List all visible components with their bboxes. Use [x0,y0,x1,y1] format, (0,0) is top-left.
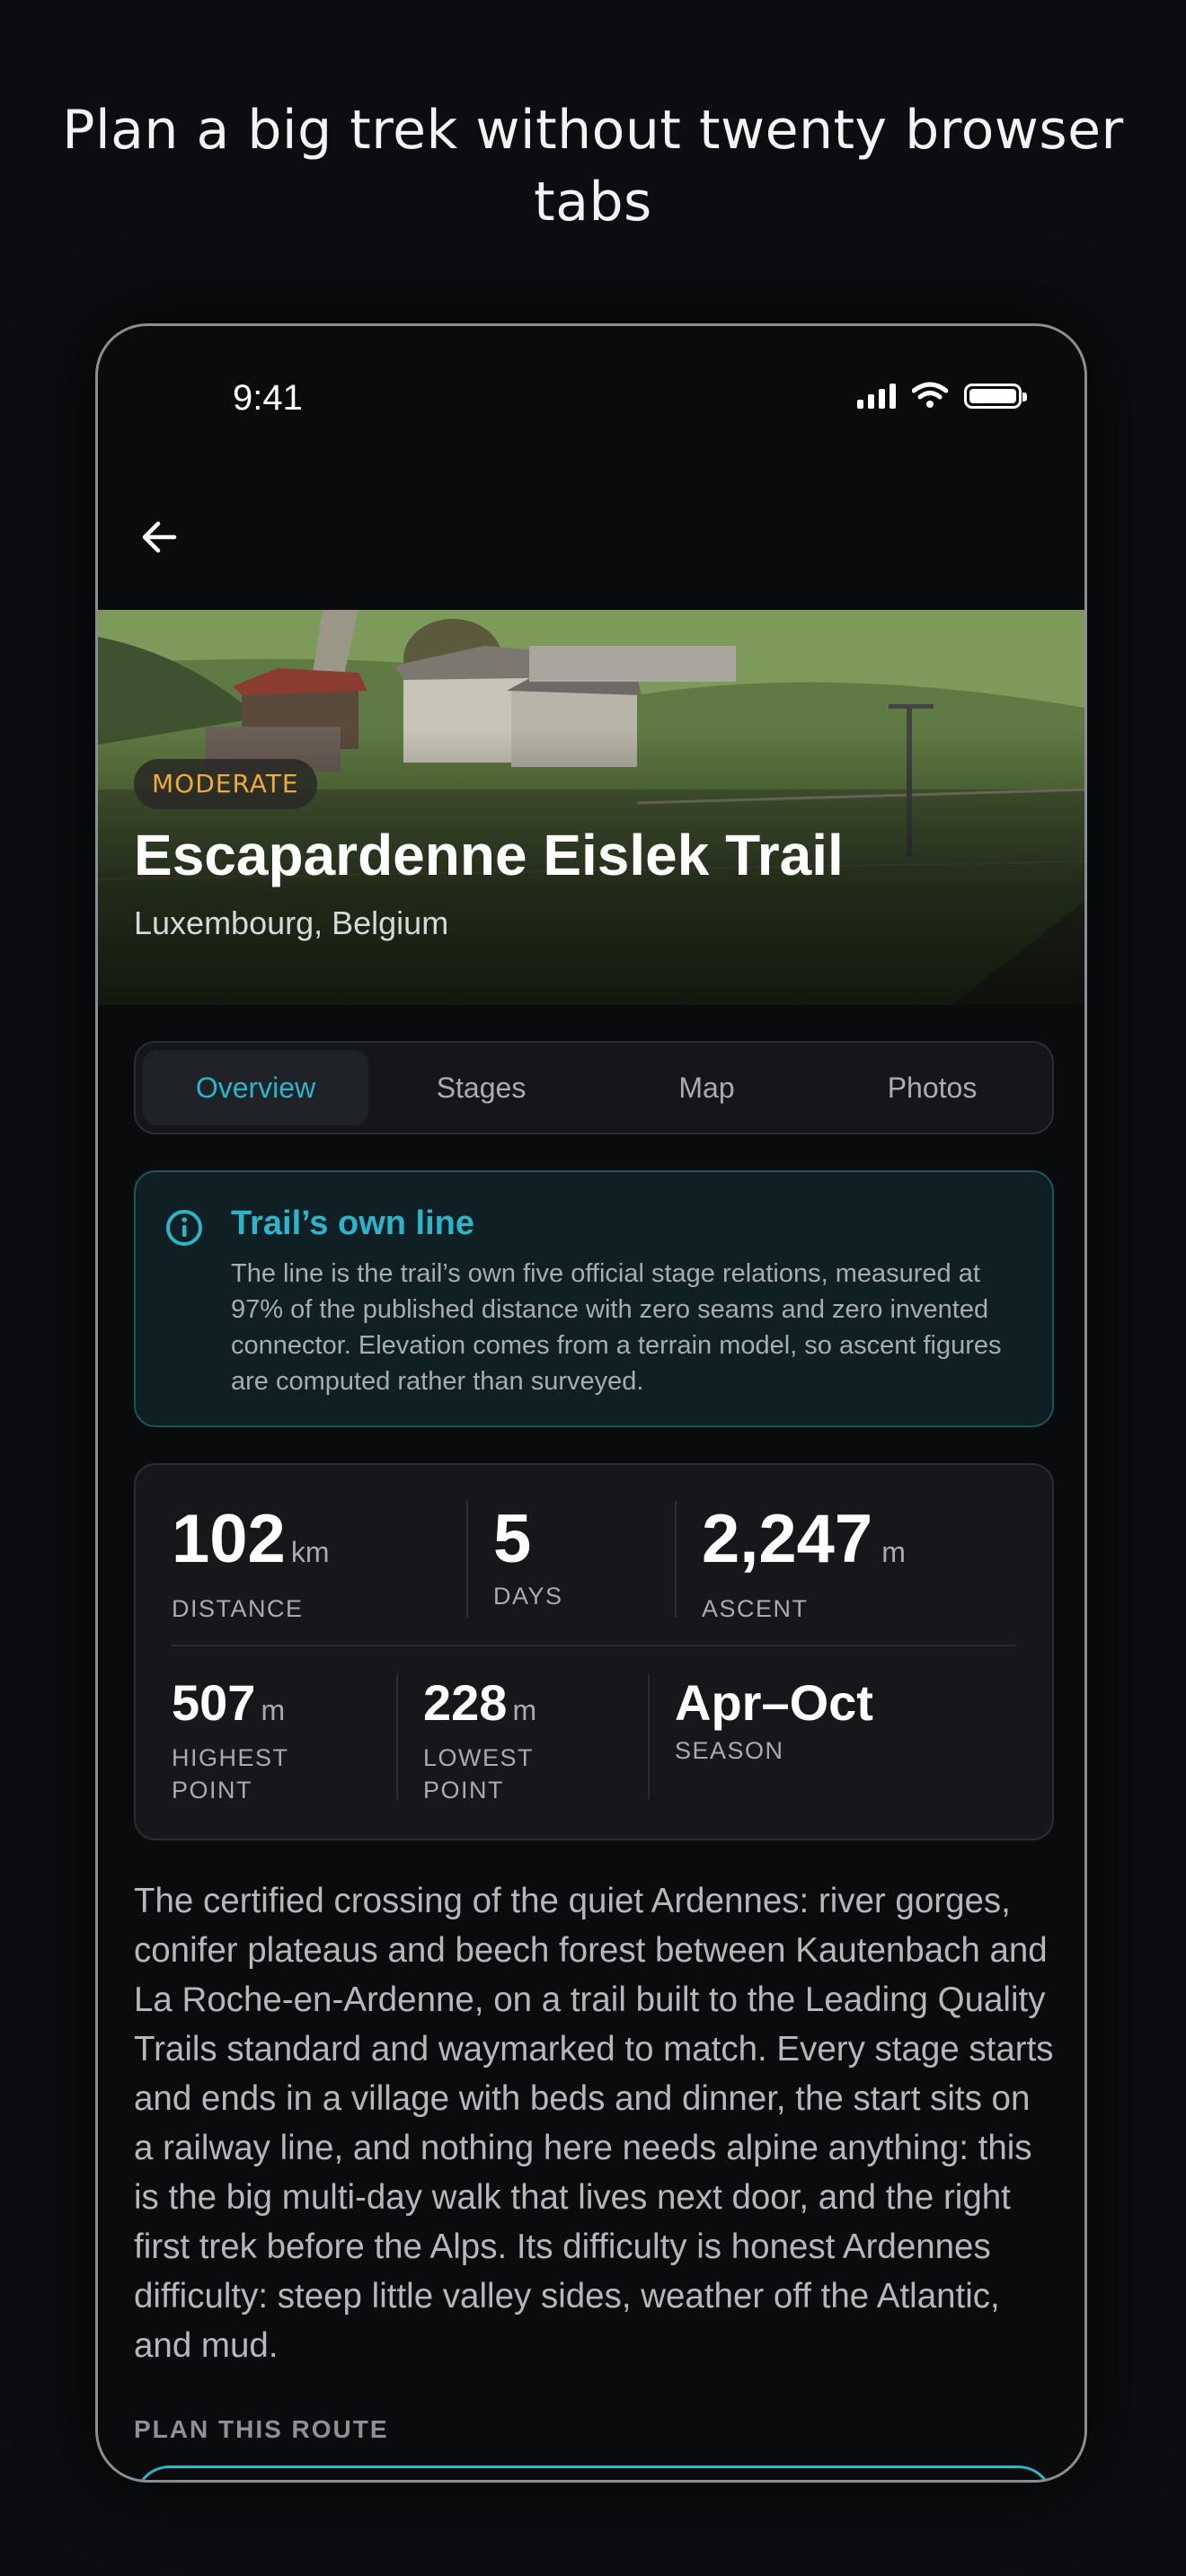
highest-label-2: POINT [172,1777,253,1804]
note-body: The line is the trail’s own five officia… [231,1259,1002,1396]
stat-distance: 102 km DISTANCE [172,1499,329,1625]
difficulty-badge: MODERATE [134,759,317,809]
tab-stages[interactable]: Stages [368,1050,594,1125]
days-label: DAYS [493,1583,563,1610]
plan-route-card[interactable] [134,2466,1054,2480]
note-title: Trail’s own line [231,1204,474,1242]
tab-photos[interactable]: Photos [819,1050,1045,1125]
phone-frame: 9:41 MODERATE Escapardenne Eislek Trail … [95,323,1087,2483]
lowest-label-1: LOWEST [423,1744,535,1771]
status-icons [857,382,1027,409]
trail-title: Escapardenne Eislek Trail [134,823,844,887]
ascent-unit: m [881,1536,906,1568]
season-label: SEASON [675,1737,784,1764]
tab-map[interactable]: Map [594,1050,819,1125]
page-headline: Plan a big trek without twenty browser t… [62,99,1124,234]
stat-days: 5 DAYS [493,1499,563,1612]
highest-label-1: HIGHEST [172,1744,289,1771]
tab-overview[interactable]: Overview [143,1050,368,1125]
arrow-left-icon [142,521,177,553]
ascent-value: 2,247 [702,1501,873,1577]
trail-location: Luxembourg, Belgium [134,904,449,941]
lowest-unit: m [512,1694,537,1726]
hero-image: MODERATE Escapardenne Eislek Trail Luxem… [98,610,1084,1005]
stat-season: Apr–Oct SEASON [675,1672,873,1767]
distance-label: DISTANCE [172,1595,304,1622]
ascent-label: ASCENT [702,1595,809,1622]
back-button[interactable] [132,510,186,564]
trail-stats-card: 102 km DISTANCE 5 DAYS 2,247 m ASCENT 507 m… [134,1463,1054,1840]
battery-icon [964,384,1027,409]
stat-lowest: 228 m LOWEST POINT [423,1672,536,1806]
days-value: 5 [493,1501,532,1577]
trail-description: The certified crossing of the quiet Arde… [134,1882,1054,2365]
season-value: Apr–Oct [675,1674,873,1731]
trail-line-note: Trail’s own line The line is the trail’s… [134,1170,1054,1427]
highest-value: 507 [172,1674,256,1731]
section-tabs: Overview Stages Map Photos [134,1041,1054,1134]
wifi-icon [912,382,948,408]
distance-unit: km [290,1536,330,1568]
highest-unit: m [261,1694,286,1726]
stat-highest: 507 m HIGHEST POINT [172,1672,289,1806]
lowest-label-2: POINT [423,1777,505,1804]
cellular-signal-icon [857,382,896,409]
info-icon [166,1210,202,1246]
distance-value: 102 [172,1501,286,1577]
status-time: 9:41 [233,378,303,418]
lowest-value: 228 [423,1674,508,1731]
plan-route-heading: PLAN THIS ROUTE [134,2415,389,2443]
stat-ascent: 2,247 m ASCENT [702,1499,906,1625]
